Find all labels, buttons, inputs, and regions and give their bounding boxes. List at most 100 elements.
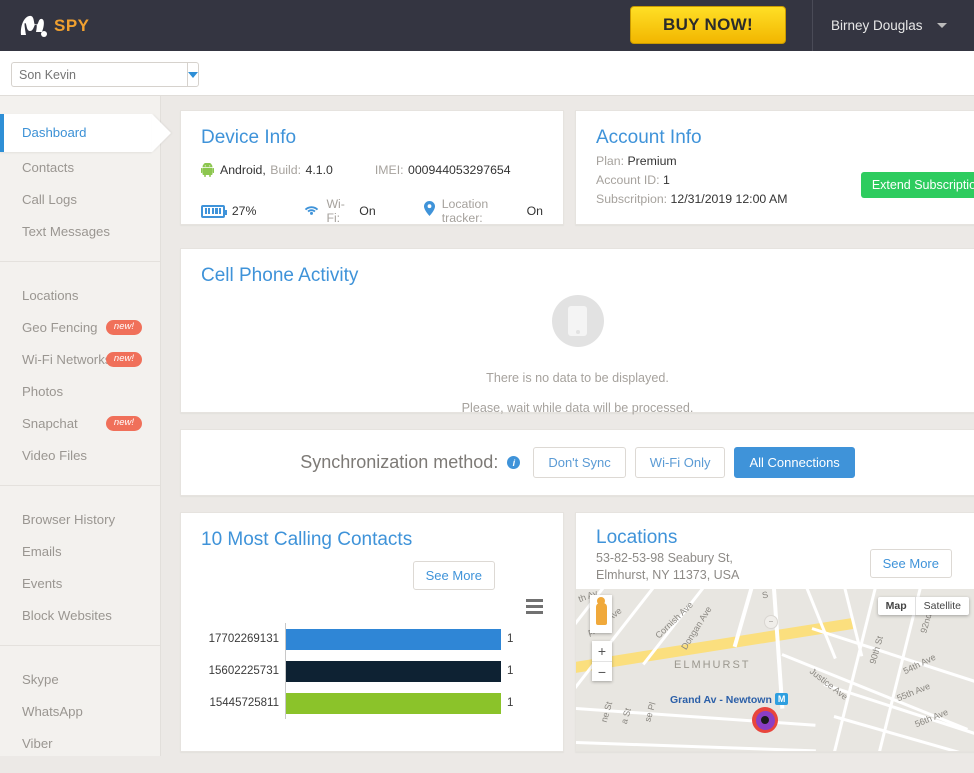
sidebar-item-emails[interactable]: Emails: [0, 536, 160, 568]
device-imei-label: IMEI:: [374, 163, 404, 177]
locations-see-more-button[interactable]: See More: [869, 549, 952, 578]
sidebar-item-locations[interactable]: Locations: [0, 280, 160, 312]
map-label-place: ELMHURST: [674, 659, 751, 671]
bar[interactable]: [286, 628, 501, 650]
map-zoom-out-button[interactable]: −: [592, 661, 612, 681]
account-info-title: Account Info: [596, 127, 702, 148]
sidebar-item-label: Call Logs: [22, 192, 77, 207]
sidebar-group-3: Browser History Emails Events Block Webs…: [0, 485, 160, 645]
device-search-input[interactable]: [11, 62, 187, 87]
device-build-value: 4.1.0: [305, 163, 333, 177]
bar-chart-row: 15445725811 1: [201, 687, 545, 719]
user-name-label: Birney Douglas: [831, 18, 923, 33]
bar-category-label: 15602225731: [208, 665, 279, 677]
sidebar-item-label: Photos: [22, 384, 64, 399]
account-id-value: 1: [662, 173, 670, 187]
device-info-card: Device Info Android, Build: 4.1.0 IMEI:: [180, 110, 564, 225]
map-view[interactable]: ⎯ th Av Albert Ave Cornish Ave Dongan Av…: [576, 589, 974, 751]
bar-category-label: 17702269131: [208, 633, 279, 645]
top-header-bar: SPY BUY NOW! Birney Douglas: [0, 0, 974, 51]
sidebar-item-label: Dashboard: [22, 125, 87, 140]
mspy-logo-icon: [18, 13, 48, 39]
sidebar-item-label: Browser History: [22, 512, 116, 527]
map-pin-icon: [423, 201, 435, 221]
station-name: Grand Av - Newtown: [670, 694, 772, 706]
sidebar-item-label: Wi-Fi Networks: [22, 352, 112, 367]
device-info-title: Device Info: [201, 127, 297, 148]
wifi-label: Wi-Fi:: [326, 197, 345, 225]
sidebar-group-2: Locations Geo Fencing new! Wi-Fi Network…: [0, 261, 160, 485]
user-menu[interactable]: Birney Douglas: [812, 0, 974, 51]
buy-now-button[interactable]: BUY NOW!: [630, 6, 786, 44]
account-plan-value: Premium: [627, 154, 677, 168]
map-road: [833, 715, 974, 751]
sidebar-item-label: Contacts: [22, 160, 75, 175]
sidebar-item-block-websites[interactable]: Block Websites: [0, 600, 160, 632]
sidebar-item-viber[interactable]: Viber: [0, 728, 160, 760]
cell-phone-activity-title: Cell Phone Activity: [201, 265, 359, 286]
account-plan-row: Plan: Premium: [596, 154, 954, 168]
location-marker-icon[interactable]: [752, 707, 778, 733]
sidebar-item-text-messages[interactable]: Text Messages: [0, 216, 160, 248]
bar-chart-row: 17702269131 1: [201, 623, 545, 655]
battery-icon: [201, 204, 227, 218]
account-plan-label: Plan:: [596, 154, 625, 168]
sidebar-item-contacts[interactable]: Contacts: [0, 152, 160, 184]
bar-track: 1: [286, 623, 545, 655]
map-station-label: Grand Av - Newtown M: [670, 693, 789, 706]
map-type-switch[interactable]: Map Satellite: [877, 597, 969, 615]
bar[interactable]: [286, 692, 501, 714]
account-id-label: Account ID:: [596, 173, 660, 187]
locations-title: Locations: [596, 527, 678, 548]
extend-subscription-button[interactable]: Extend Subscription: [860, 172, 974, 198]
sidebar-item-call-logs[interactable]: Call Logs: [0, 184, 160, 216]
device-os-row: Android, Build: 4.1.0 IMEI: 000944053297…: [200, 161, 543, 179]
sidebar-group-1: Dashboard Contacts Call Logs Text Messag…: [0, 96, 160, 261]
sync-option-all-connections[interactable]: All Connections: [734, 447, 855, 478]
street-view-pegman-icon[interactable]: [590, 595, 612, 633]
hamburger-menu-icon[interactable]: [526, 599, 543, 617]
location-tracker-value: On: [526, 204, 543, 218]
sidebar-item-geo-fencing[interactable]: Geo Fencing new!: [0, 312, 160, 344]
sync-option-dont-sync[interactable]: Don't Sync: [533, 447, 626, 478]
sidebar-item-video-files[interactable]: Video Files: [0, 440, 160, 472]
map-road: [781, 653, 968, 731]
device-build-label: Build:: [270, 163, 302, 177]
map-road: [772, 589, 785, 709]
sidebar-item-photos[interactable]: Photos: [0, 376, 160, 408]
map-zoom-controls[interactable]: + −: [592, 641, 612, 681]
map-zoom-in-button[interactable]: +: [592, 641, 612, 661]
device-dropdown-button[interactable]: [187, 62, 199, 87]
bar-value-label: 1: [507, 665, 514, 677]
sidebar-item-skype[interactable]: Skype: [0, 664, 160, 696]
info-icon[interactable]: i: [507, 456, 521, 469]
chevron-down-icon[interactable]: [936, 23, 947, 28]
sidebar-item-snapchat[interactable]: Snapchat new!: [0, 408, 160, 440]
map-type-satellite-button[interactable]: Satellite: [914, 597, 969, 615]
sidebar-item-browser-history[interactable]: Browser History: [0, 504, 160, 536]
sync-option-wifi-only[interactable]: Wi-Fi Only: [634, 447, 726, 478]
sidebar-item-wifi-networks[interactable]: Wi-Fi Networks new!: [0, 344, 160, 376]
sidebar-item-events[interactable]: Events: [0, 568, 160, 600]
account-info-card: Account Info Plan: Premium Account ID: 1…: [575, 110, 974, 225]
calling-contacts-see-more-button[interactable]: See More: [412, 561, 495, 590]
device-selector[interactable]: [11, 62, 199, 87]
sidebar-item-whatsapp[interactable]: WhatsApp: [0, 696, 160, 728]
bar-track: 1: [286, 687, 545, 719]
sidebar-item-label: Skype: [22, 672, 59, 687]
account-subscription-value: 12/31/2019 12:00 AM: [670, 192, 788, 206]
map-type-map-button[interactable]: Map: [878, 597, 915, 615]
bar[interactable]: [286, 660, 501, 682]
new-badge: new!: [105, 320, 142, 335]
sync-method-card: Synchronization method: i Don't Sync Wi-…: [180, 429, 974, 496]
map-label: 55th Ave: [895, 680, 932, 704]
battery-value: 27%: [231, 204, 257, 218]
android-icon: [200, 162, 215, 177]
sidebar-item-label: Viber: [22, 736, 53, 751]
bar-value-label: 1: [507, 697, 514, 709]
sidebar-item-dashboard[interactable]: Dashboard: [0, 114, 152, 152]
brand-logo[interactable]: SPY: [18, 13, 90, 39]
sidebar-item-label: WhatsApp: [22, 704, 83, 719]
sidebar-item-label: Block Websites: [22, 608, 112, 623]
empty-message-primary: There is no data to be displayed.: [486, 371, 669, 385]
